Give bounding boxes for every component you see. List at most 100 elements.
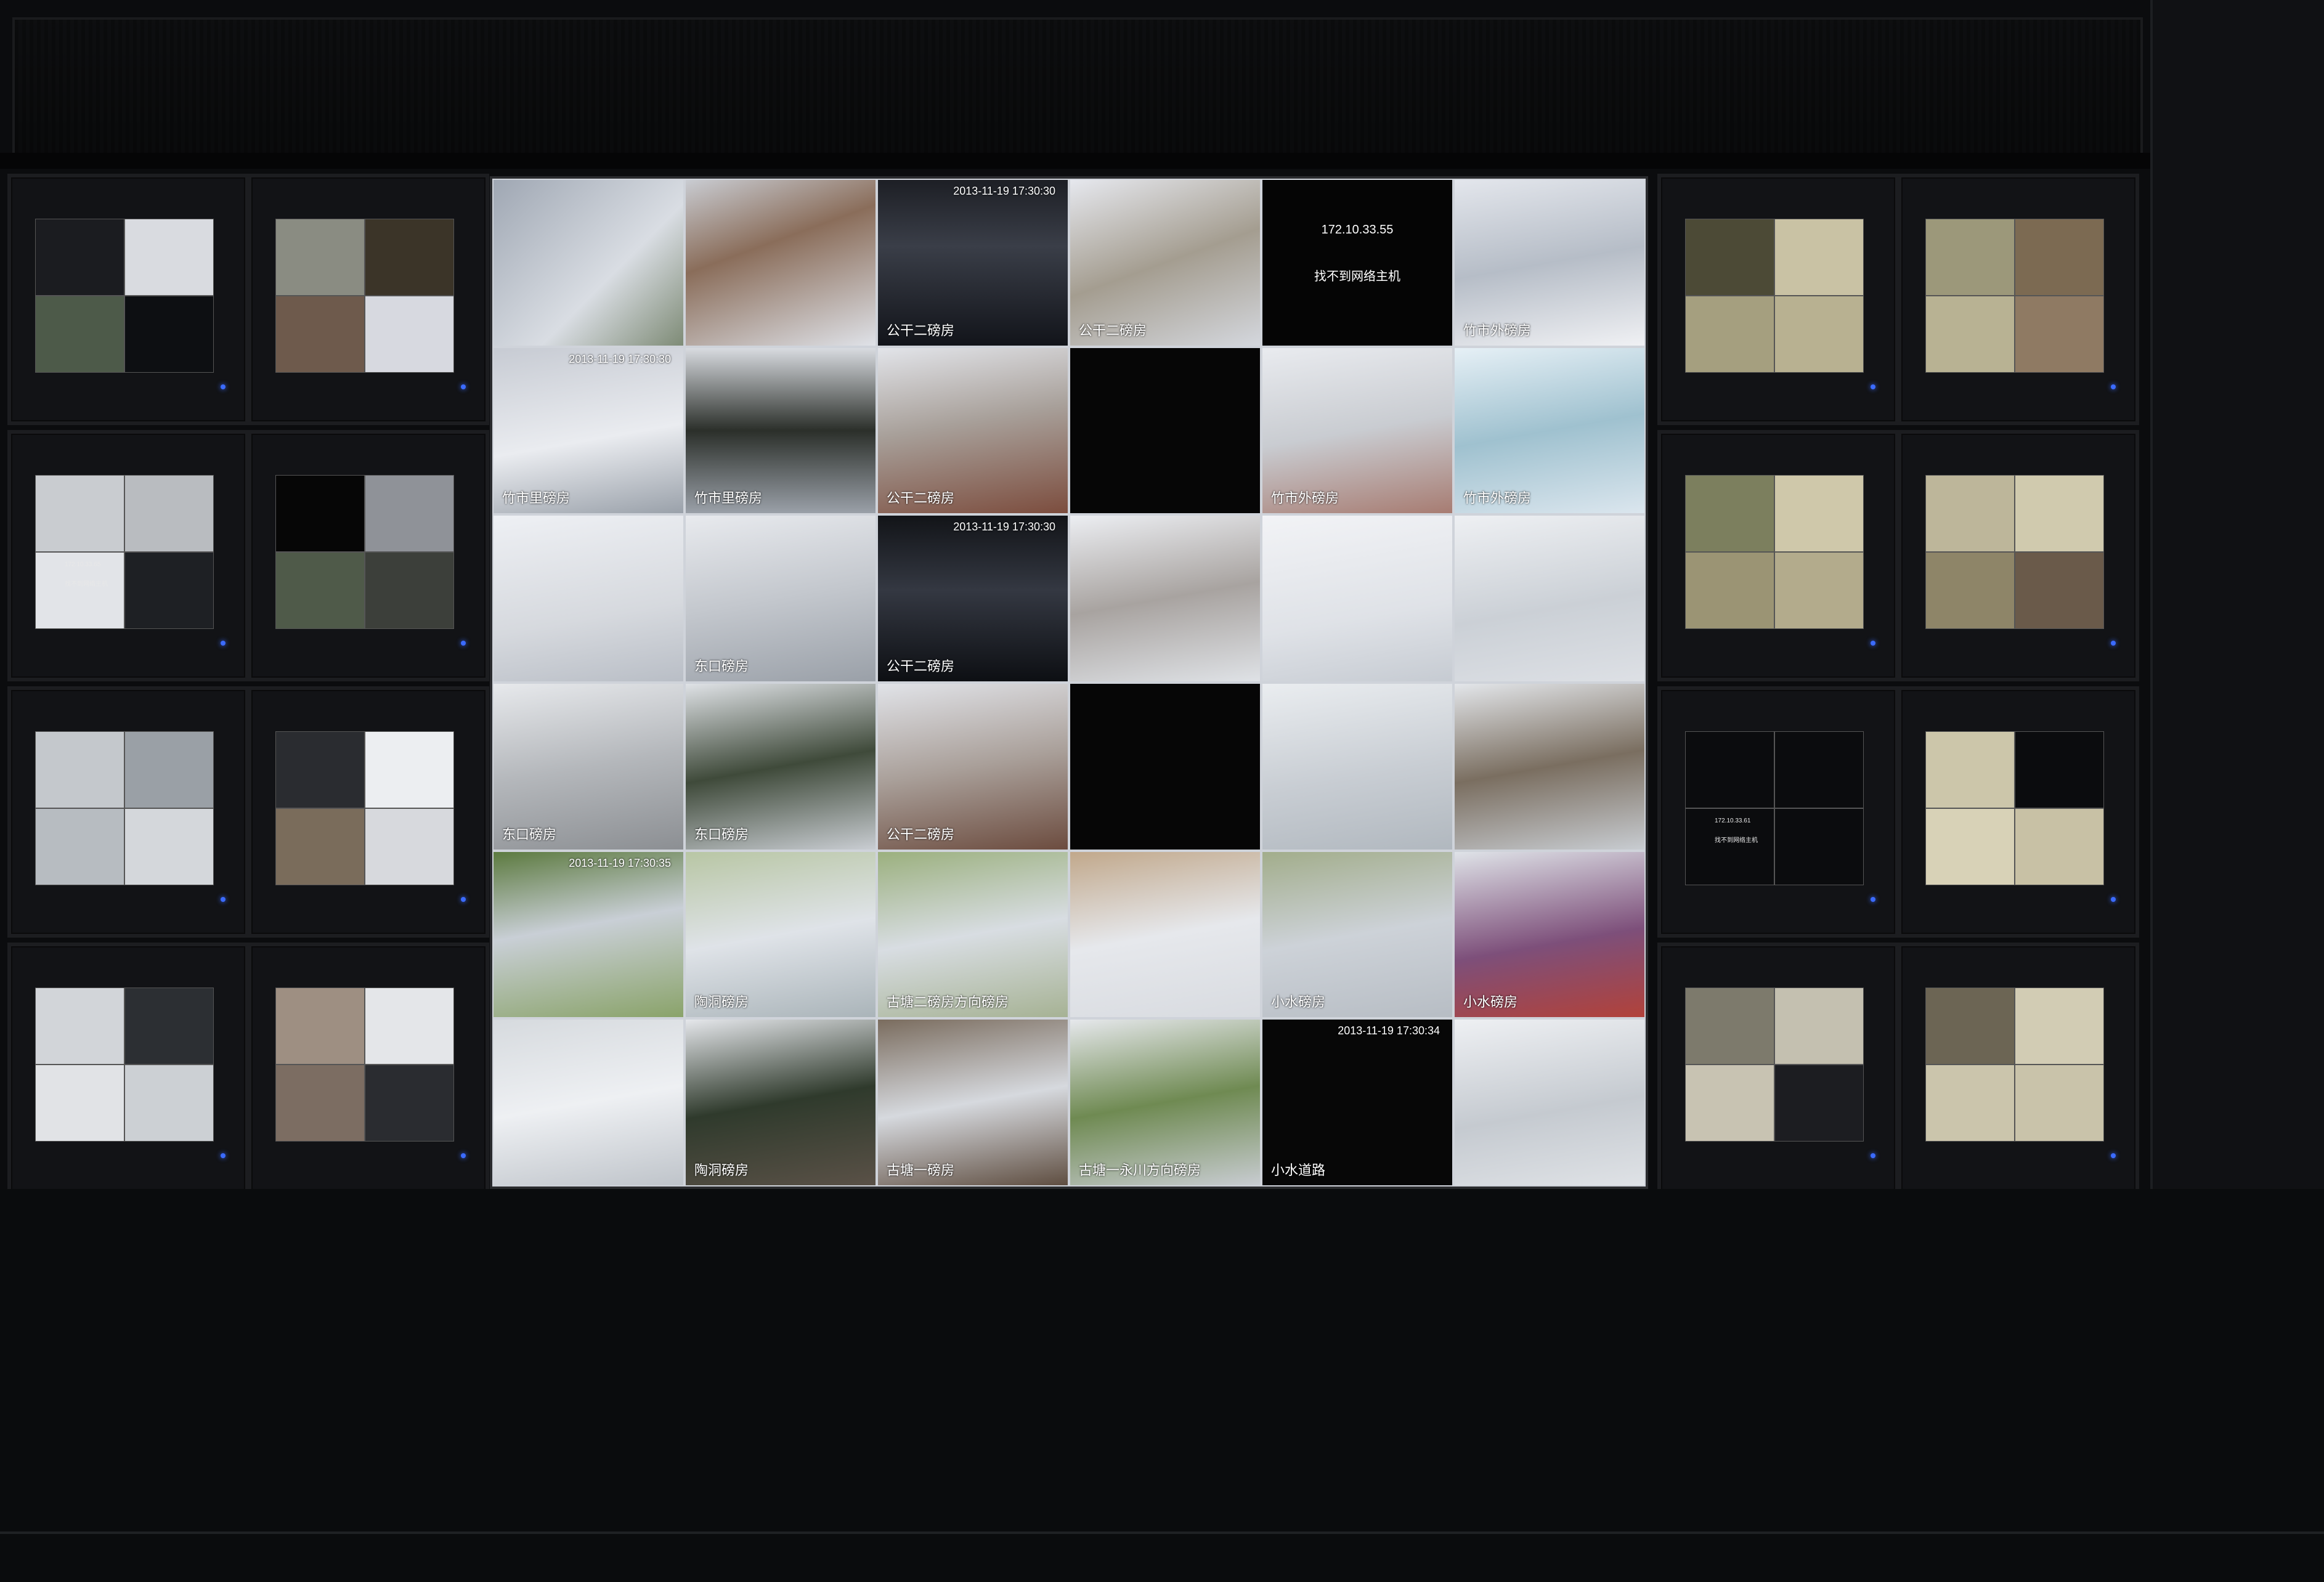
monitor-screen — [1925, 475, 2104, 629]
right-wall-panel — [2150, 0, 2324, 1232]
monitor-quadrant — [2015, 296, 2104, 373]
camera-tile — [1453, 514, 1646, 683]
camera-tile — [1453, 1018, 1646, 1186]
camera-tile: 古塘二磅房方向磅房 — [877, 850, 1069, 1019]
monitor-quadrant — [275, 552, 365, 629]
right-monitor — [1898, 943, 2139, 1194]
right-monitor — [1898, 430, 2139, 681]
camera-tile — [1069, 514, 1261, 683]
monitor-quadrant — [365, 731, 454, 808]
monitor-screen — [1925, 731, 2104, 885]
monitor-screen — [1685, 988, 1864, 1142]
monitor-screen: 172.10.33.65 找不到网络主机 — [35, 475, 214, 629]
camera-label: 公干二磅房 — [887, 658, 955, 674]
monitor-quadrant — [1685, 1065, 1774, 1142]
monitor-quadrant — [124, 808, 214, 885]
video-wall-scene: 172.10.33.65 找不到网络主机 172.10.33.61 找不到网络主机 … — [0, 0, 2324, 1582]
power-led-icon — [2111, 897, 2116, 902]
monitor-screen — [35, 219, 214, 373]
camera-tile — [685, 179, 877, 347]
camera-tile — [492, 514, 685, 683]
camera-tile — [1261, 514, 1453, 683]
monitor-quadrant — [1925, 808, 2015, 885]
camera-label: 竹市外磅房 — [1463, 490, 1532, 506]
camera-tile: 2013-11-19 17:30:30 竹市里磅房 — [492, 346, 685, 515]
camera-tile — [1069, 346, 1261, 515]
camera-tile: 古塘一磅房 — [877, 1018, 1069, 1186]
camera-timestamp: 2013-11-19 17:30:30 — [569, 352, 671, 365]
monitor-quadrant — [275, 1065, 365, 1142]
camera-label: 东口磅房 — [694, 826, 749, 842]
camera-tile: 2013-11-19 17:30:30 公干二磅房 — [877, 514, 1069, 683]
camera-tile: 小水磅房 — [1261, 850, 1453, 1019]
camera-label: 陶洞磅房 — [694, 1162, 749, 1178]
monitor-quadrant — [124, 988, 214, 1065]
monitor-quadrant — [365, 552, 454, 629]
monitor-quadrant — [1685, 988, 1774, 1065]
camera-timestamp: 2013-11-19 17:30:35 — [569, 856, 671, 869]
right-monitor — [1657, 943, 1899, 1194]
floor-line — [0, 1531, 2324, 1534]
camera-tile: 小水磅房 — [1453, 850, 1646, 1019]
right-monitor — [1657, 430, 1899, 681]
camera-tile: 2013-11-19 17:30:34 小水道路 — [1261, 1018, 1453, 1186]
left-monitor — [7, 174, 249, 425]
monitor-screen — [275, 219, 454, 373]
monitor-quadrant — [35, 219, 124, 296]
camera-label: 竹市里磅房 — [502, 490, 571, 506]
monitor-screen: 172.10.33.61 找不到网络主机 — [1685, 731, 1864, 885]
power-led-icon — [1871, 384, 1875, 389]
monitor-quadrant — [124, 219, 214, 296]
monitor-screen — [35, 731, 214, 885]
led-header-band — [12, 17, 2143, 158]
camera-tile: 2013-11-19 17:30:30 公干二磅房 — [877, 179, 1069, 347]
camera-tile: 东口磅房 — [685, 683, 877, 851]
monitor-quadrant — [35, 296, 124, 373]
monitor-quadrant — [1925, 219, 2015, 296]
monitor-offline-message: 找不到网络主机 — [65, 581, 108, 588]
camera-label: 小水磅房 — [1271, 994, 1326, 1010]
camera-timestamp: 2013-11-19 17:30:30 — [953, 521, 1055, 533]
camera-tile — [1069, 683, 1261, 851]
monitor-quadrant — [124, 731, 214, 808]
monitor-quadrant — [365, 988, 454, 1065]
monitor-screen — [275, 475, 454, 629]
monitor-quadrant — [35, 1065, 124, 1142]
monitor-quadrant — [1685, 296, 1774, 373]
monitor-quadrant — [2015, 1065, 2104, 1142]
camera-tile: 陶洞磅房 — [685, 850, 877, 1019]
camera-tile — [492, 1018, 685, 1186]
power-led-icon — [221, 641, 225, 646]
monitor-screen — [275, 731, 454, 885]
power-led-icon — [461, 641, 466, 646]
monitor-quadrant — [1774, 988, 1864, 1065]
camera-label: 小水磅房 — [1463, 994, 1518, 1010]
monitor-quadrant — [365, 475, 454, 552]
monitor-quadrant — [1925, 552, 2015, 629]
camera-tile: 竹市外磅房 — [1453, 179, 1646, 347]
power-led-icon — [1871, 897, 1875, 902]
camera-label: 东口磅房 — [502, 826, 557, 842]
monitor-offline-message: 172.10.33.61 — [1715, 817, 1751, 824]
monitor-quadrant — [1925, 1065, 2015, 1142]
monitor-quadrant — [365, 219, 454, 296]
monitor-screen — [35, 988, 214, 1142]
left-monitor — [248, 430, 489, 681]
monitor-screen — [1925, 219, 2104, 373]
camera-label: 公干二磅房 — [1079, 322, 1147, 338]
left-monitor — [248, 686, 489, 938]
monitor-quadrant — [275, 219, 365, 296]
monitor-quadrant — [35, 808, 124, 885]
monitor-quadrant — [35, 988, 124, 1065]
right-monitor: 172.10.33.61 找不到网络主机 — [1657, 686, 1899, 938]
camera-tile: 172.10.33.55 找不到网络主机 — [1261, 179, 1453, 347]
camera-tile — [1453, 683, 1646, 851]
monitor-screen — [1685, 219, 1864, 373]
camera-label: 古塘一磅房 — [887, 1162, 955, 1178]
right-monitor — [1657, 174, 1899, 425]
monitor-quadrant — [1774, 219, 1864, 296]
monitor-quadrant — [1685, 475, 1774, 552]
monitor-quadrant — [1925, 731, 2015, 808]
right-monitor — [1898, 174, 2139, 425]
monitor-quadrant — [1774, 731, 1864, 808]
